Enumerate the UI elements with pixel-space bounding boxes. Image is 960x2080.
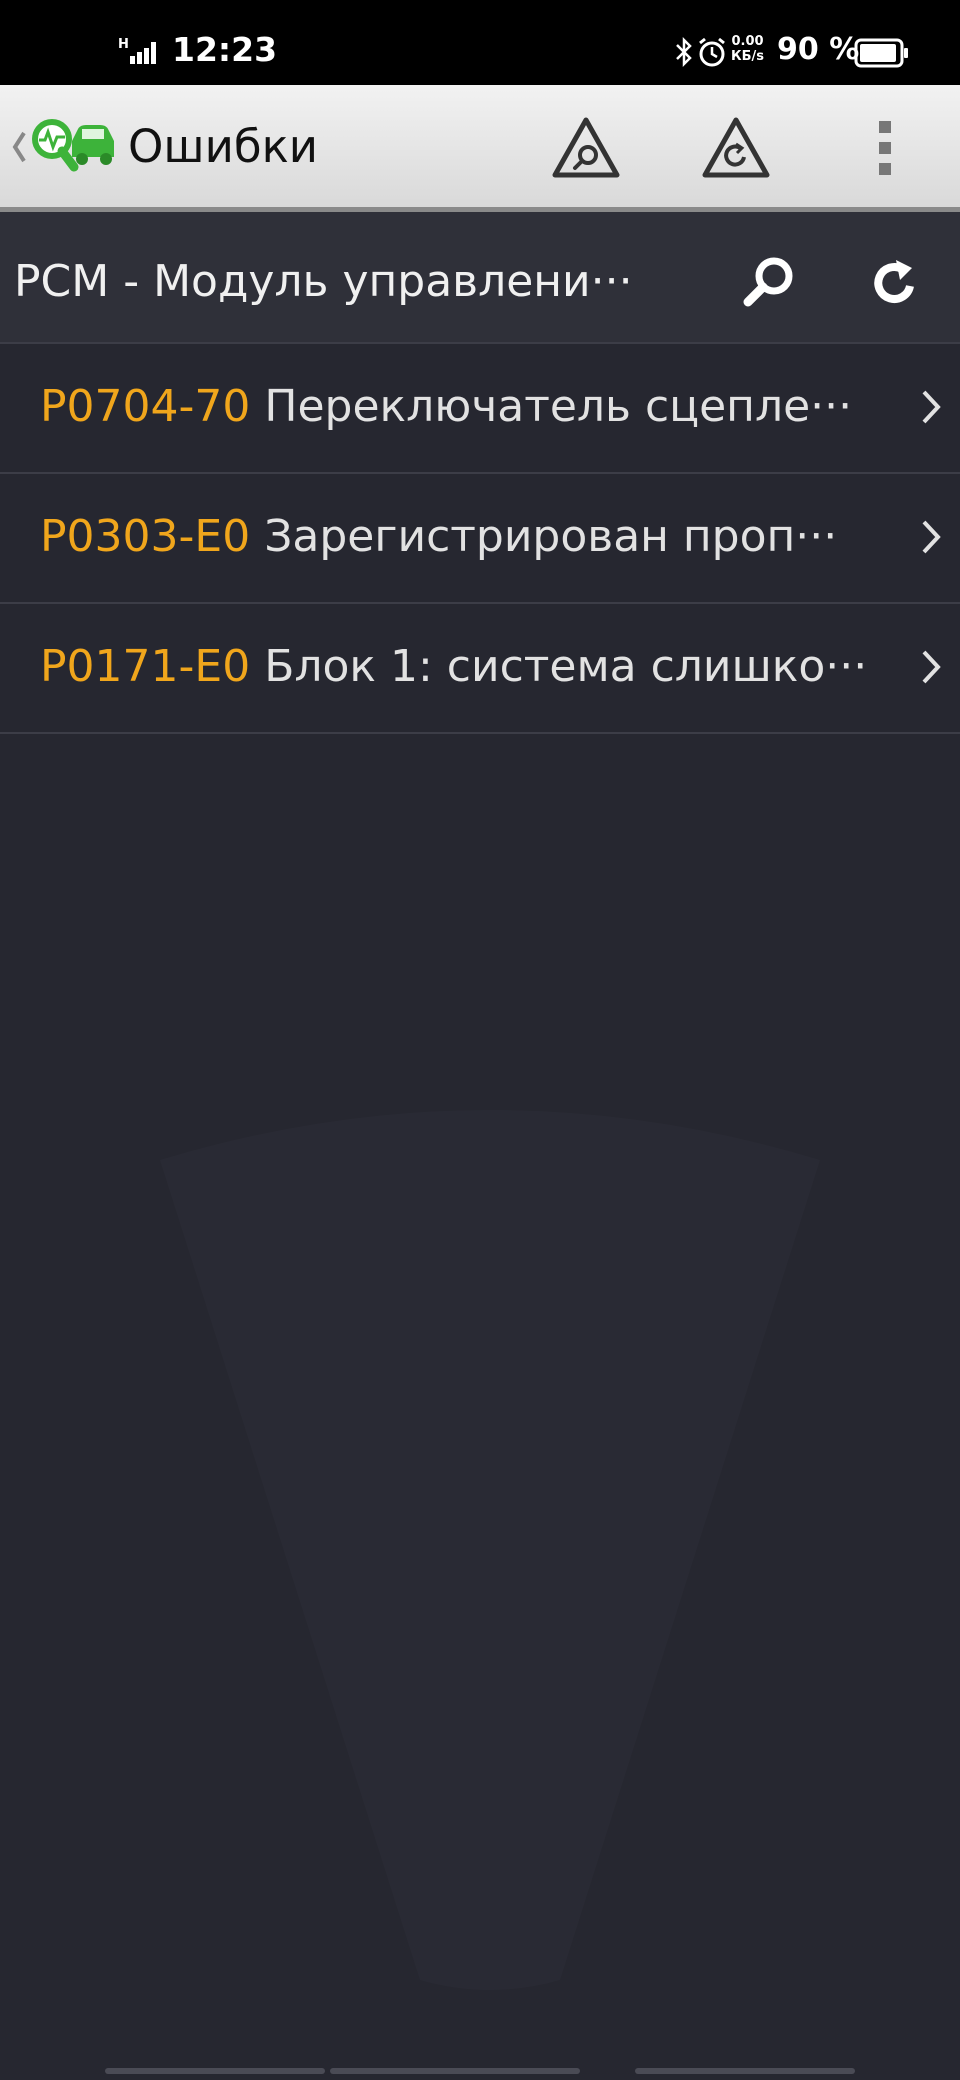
bottom-indicator xyxy=(635,2068,855,2074)
error-description: Переключатель сцепле··· xyxy=(264,381,853,432)
module-header: PCM - Модуль управлени··· xyxy=(0,212,960,344)
network-speed: 0.00 КБ/s xyxy=(731,34,764,64)
alarm-icon xyxy=(699,37,725,67)
error-text: P0303-E0 Зарегистрирован проп··· xyxy=(40,508,837,566)
bluetooth-icon xyxy=(676,36,692,68)
signal-icon: H xyxy=(118,37,156,64)
error-text: P0704-70 Переключатель сцепле··· xyxy=(40,378,852,436)
battery-icon xyxy=(854,38,908,68)
back-chevron-icon[interactable] xyxy=(10,129,28,165)
speed-value: 0.00 xyxy=(731,34,764,49)
error-list: P0704-70 Переключатель сцепле··· P0303-E… xyxy=(0,344,960,734)
app-logo-icon[interactable] xyxy=(30,113,116,177)
status-bar: H 12:23 0.00 КБ/s 90 % xyxy=(0,0,960,85)
background-watermark xyxy=(160,1110,820,1990)
error-row[interactable]: P0303-E0 Зарегистрирован проп··· xyxy=(0,474,960,604)
error-text: P0171-E0 Блок 1: система слишко··· xyxy=(40,638,867,696)
scan-warning-icon xyxy=(552,117,620,178)
battery-percent: 90 % xyxy=(777,32,860,67)
error-row[interactable]: P0704-70 Переключатель сцепле··· xyxy=(0,344,960,474)
module-title[interactable]: PCM - Модуль управлени··· xyxy=(14,254,633,310)
refresh-icon[interactable] xyxy=(868,256,922,310)
clock: 12:23 xyxy=(172,30,278,69)
error-row[interactable]: P0171-E0 Блок 1: система слишко··· xyxy=(0,604,960,734)
chevron-right-icon xyxy=(922,520,941,554)
error-description: Зарегистрирован проп··· xyxy=(264,511,838,562)
error-description: Блок 1: система слишко··· xyxy=(264,641,868,692)
bottom-indicator xyxy=(105,2068,325,2074)
network-type: H xyxy=(118,37,129,52)
error-code: P0303-E0 xyxy=(40,511,251,562)
chevron-right-icon xyxy=(922,390,941,424)
bottom-indicator xyxy=(330,2068,580,2074)
refresh-warning-icon xyxy=(702,117,770,178)
page-title: Ошибки xyxy=(128,120,319,173)
more-vert-icon[interactable] xyxy=(870,115,900,181)
app-bar: Ошибки xyxy=(0,85,960,212)
chevron-right-icon xyxy=(922,650,941,684)
speed-unit: КБ/s xyxy=(731,49,765,64)
scan-errors-button[interactable] xyxy=(550,115,622,181)
error-code: P0704-70 xyxy=(40,381,251,432)
search-icon[interactable] xyxy=(738,252,798,312)
refresh-errors-button[interactable] xyxy=(700,115,772,181)
error-code: P0171-E0 xyxy=(40,641,251,692)
